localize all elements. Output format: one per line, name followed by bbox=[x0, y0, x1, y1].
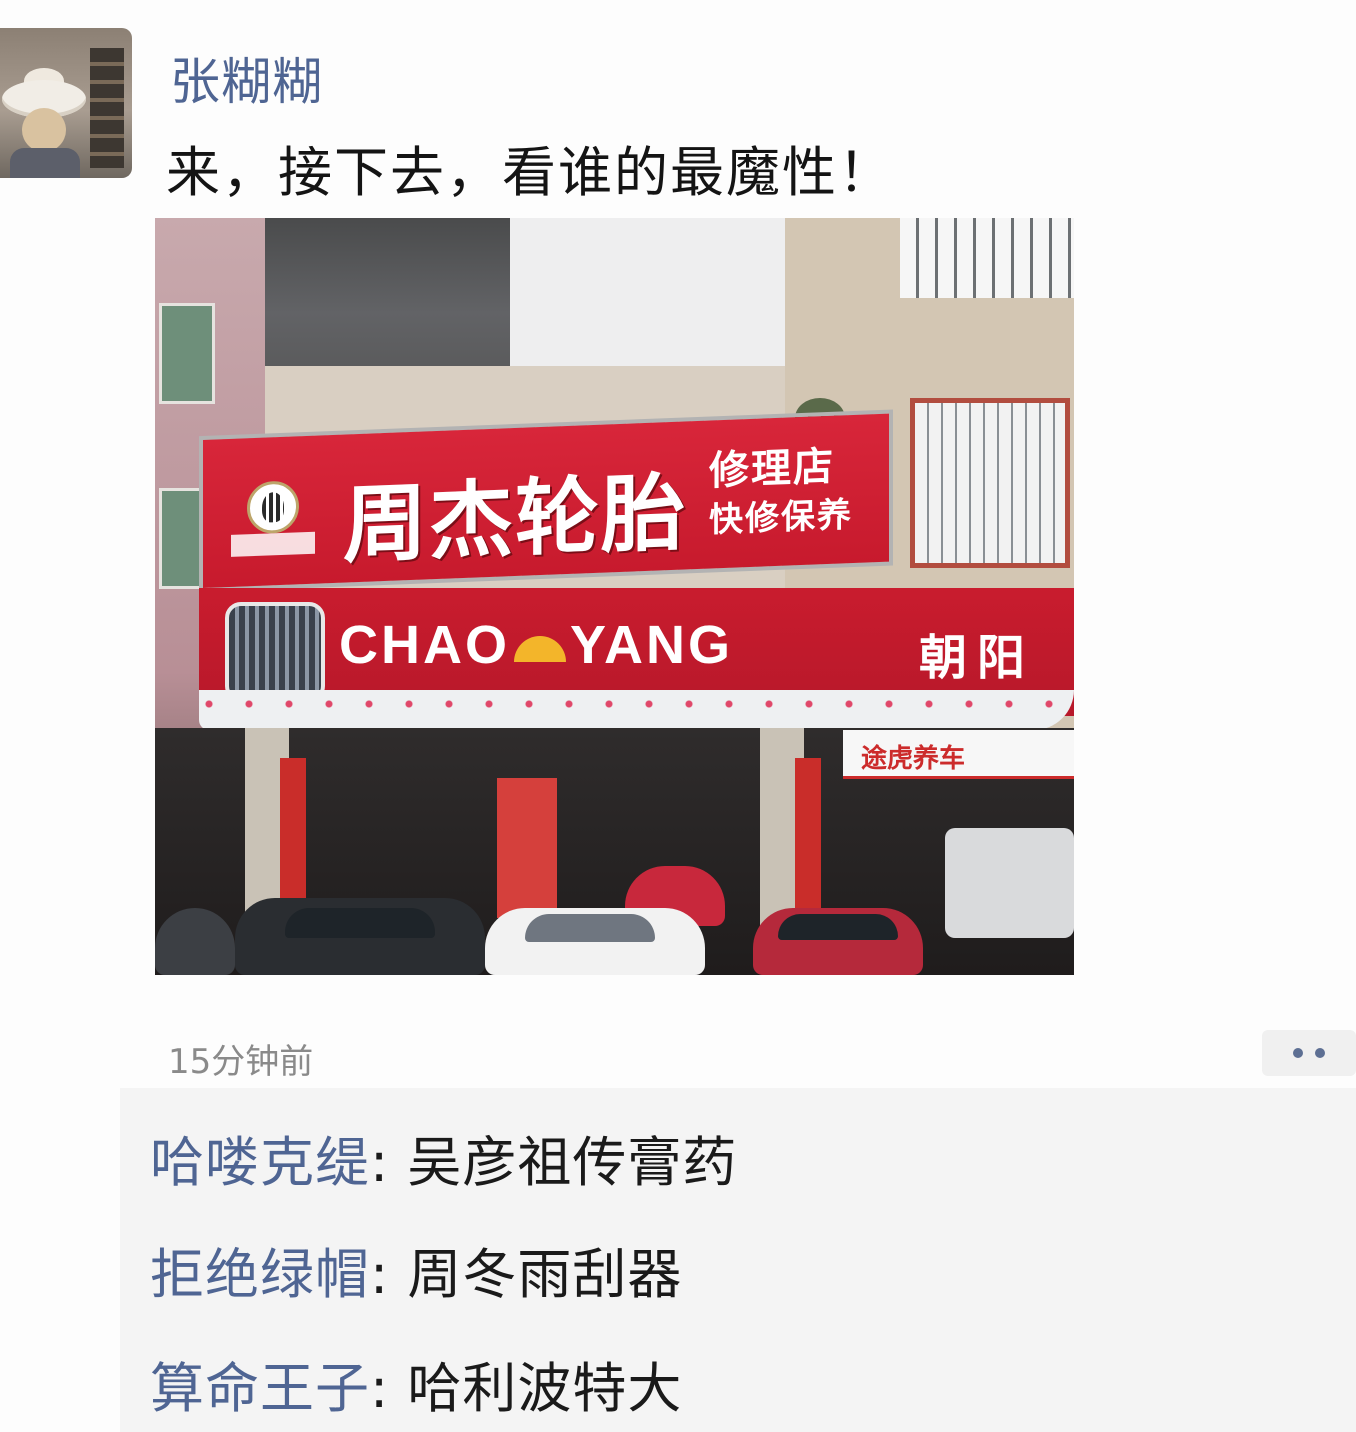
truck bbox=[945, 828, 1074, 938]
comment-text: 周冬雨刮器 bbox=[407, 1243, 683, 1306]
comment-item[interactable]: 算命王子: 哈利波特大 bbox=[150, 1344, 682, 1423]
store-name: 周杰轮胎 bbox=[343, 462, 688, 575]
comment-item[interactable]: 拒绝绿帽: 周冬雨刮器 bbox=[150, 1230, 682, 1309]
comment-separator: : bbox=[370, 1131, 408, 1194]
post-photo[interactable]: 周杰轮胎 修理店 快修保养 CHAOYANG 朝阳轮 途虎养车 bbox=[155, 218, 1074, 975]
avatar[interactable] bbox=[0, 28, 132, 178]
comment-text: 吴彦祖传膏药 bbox=[407, 1131, 738, 1194]
sign-fringe bbox=[199, 690, 1074, 730]
comment-user[interactable]: 算命王子 bbox=[150, 1357, 370, 1420]
car-window bbox=[285, 908, 435, 938]
dot bbox=[1293, 1048, 1303, 1058]
moments-post: 张糊糊 来，接下去，看谁的最魔性！ 周杰轮胎 修理店 快修保养 CHAO YANG bbox=[0, 0, 1356, 1432]
brand-text: CHAO YANG bbox=[339, 614, 733, 676]
comment-item[interactable]: 哈喽克缇: 吴彦祖传膏药 bbox=[150, 1118, 737, 1197]
photo-window-right bbox=[910, 398, 1070, 568]
store-sign-top: 周杰轮胎 修理店 快修保养 bbox=[203, 413, 889, 588]
car bbox=[485, 908, 705, 975]
comments-panel: 哈喽克缇: 吴彦祖传膏药 拒绝绿帽: 周冬雨刮器 算命王子: 哈利波特大 bbox=[120, 1088, 1356, 1432]
comment-text: 哈利波特大 bbox=[407, 1357, 683, 1420]
car-window bbox=[525, 914, 655, 942]
post-time: 15分钟前 bbox=[168, 1042, 314, 1082]
photo-window-grid bbox=[915, 403, 1065, 563]
more-dots-icon[interactable] bbox=[1262, 1030, 1356, 1076]
red-banner bbox=[795, 758, 821, 908]
tire-logo-icon bbox=[247, 480, 299, 535]
store-sub-repair: 修理店 bbox=[709, 442, 835, 495]
photo-window bbox=[159, 303, 215, 404]
dot bbox=[1315, 1048, 1325, 1058]
store-sub-service: 快修保养 bbox=[709, 495, 853, 541]
side-shop-sign: 途虎养车 bbox=[843, 730, 1074, 779]
sun-logo-icon bbox=[514, 635, 566, 662]
comment-user[interactable]: 哈喽克缇 bbox=[150, 1131, 370, 1194]
red-banner bbox=[280, 758, 306, 908]
avatar-face bbox=[22, 108, 66, 152]
logo-text-plate bbox=[231, 531, 315, 557]
car-window bbox=[778, 914, 898, 940]
tire-icon bbox=[225, 602, 325, 702]
avatar-bookshelf bbox=[90, 48, 124, 168]
red-door-panel bbox=[497, 778, 557, 918]
comment-separator: : bbox=[370, 1357, 408, 1420]
car bbox=[235, 898, 485, 975]
author-name[interactable]: 张糊糊 bbox=[170, 42, 323, 114]
brand-left: CHAO bbox=[339, 615, 510, 675]
comment-separator: : bbox=[370, 1243, 408, 1306]
post-text: 来，接下去，看谁的最魔性！ bbox=[166, 141, 894, 204]
photo-window-top bbox=[900, 218, 1074, 298]
brand-right: YANG bbox=[570, 615, 734, 675]
avatar-body bbox=[10, 148, 80, 178]
comment-user[interactable]: 拒绝绿帽 bbox=[150, 1243, 370, 1306]
car bbox=[753, 908, 923, 975]
side-shop-text: 途虎养车 bbox=[861, 744, 966, 774]
